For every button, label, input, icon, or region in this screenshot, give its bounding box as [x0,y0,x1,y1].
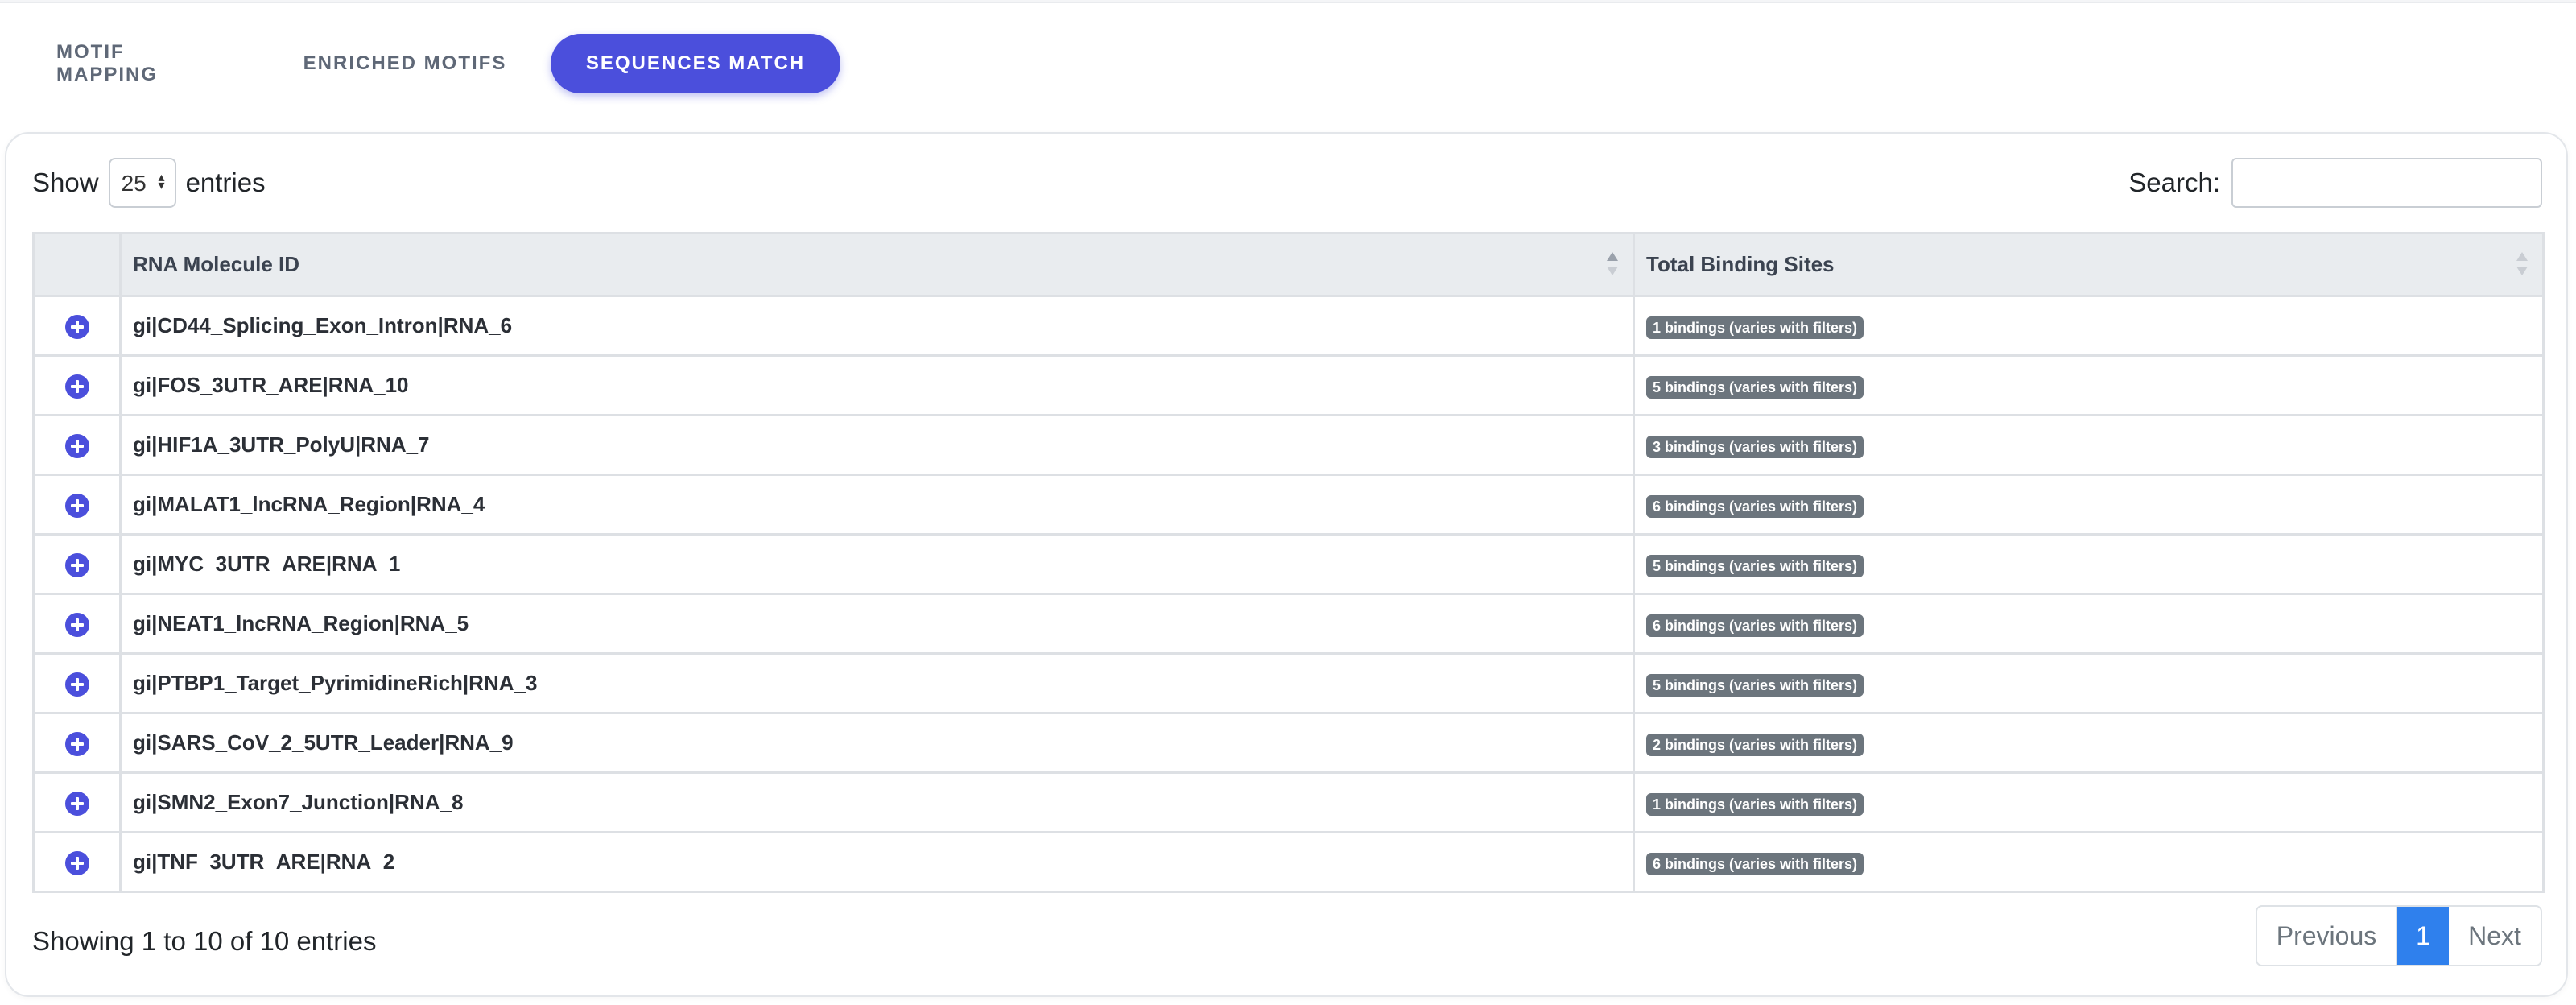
binding-cell: 2 bindings (varies with filters) [1633,712,2545,774]
binding-cell: 6 bindings (varies with filters) [1633,474,2545,536]
table-header-row: RNA Molecule ID Total Binding Sites [32,232,2545,297]
expand-plus-icon[interactable] [64,433,89,458]
search-input[interactable] [2231,158,2542,208]
expand-cell[interactable] [32,652,122,714]
length-menu-prefix: Show [32,168,99,197]
rna-id-cell: gi|SMN2_Exon7_Junction|RNA_8 [119,771,1635,833]
binding-cell: 5 bindings (varies with filters) [1633,652,2545,714]
header-label: RNA Molecule ID [133,252,300,276]
expand-plus-icon[interactable] [64,672,89,697]
binding-badge: 1 bindings (varies with filters) [1646,316,1864,339]
binding-badge: 5 bindings (varies with filters) [1646,375,1864,399]
expand-cell[interactable] [32,712,122,774]
search-label: Search: [2128,168,2220,197]
expand-cell[interactable] [32,533,122,595]
length-select-wrapper: 25 ▴ ▾ [99,158,186,208]
expand-plus-icon[interactable] [64,493,89,518]
rna-id-cell: gi|CD44_Splicing_Exon_Intron|RNA_6 [119,295,1635,357]
expand-plus-icon[interactable] [64,374,89,399]
rna-id-cell: gi|SARS_CoV_2_5UTR_Leader|RNA_9 [119,712,1635,774]
table-row: gi|SMN2_Exon7_Junction|RNA_8 1 bindings (… [32,771,2545,833]
tab-motif-mapping[interactable]: MOTIF MAPPING [24,34,259,93]
length-menu: Show 25 ▴ ▾ entries [32,158,266,208]
binding-cell: 1 bindings (varies with filters) [1633,295,2545,357]
rna-id-cell: gi|MYC_3UTR_ARE|RNA_1 [119,533,1635,595]
table-row: gi|HIF1A_3UTR_PolyU|RNA_7 3 bindings (var… [32,414,2545,476]
expand-plus-icon[interactable] [64,850,89,875]
expand-plus-icon[interactable] [64,612,89,637]
header-rna-molecule-id[interactable]: RNA Molecule ID [119,232,1635,297]
binding-cell: 5 bindings (varies with filters) [1633,533,2545,595]
length-select[interactable]: 25 [108,158,176,208]
binding-badge: 3 bindings (varies with filters) [1646,435,1864,458]
binding-badge: 6 bindings (varies with filters) [1646,852,1864,875]
expand-plus-icon[interactable] [64,314,89,339]
expand-cell[interactable] [32,354,122,416]
rna-id-cell: gi|TNF_3UTR_ARE|RNA_2 [119,831,1635,893]
top-divider [0,0,2576,3]
rna-id-cell: gi|FOS_3UTR_ARE|RNA_10 [119,354,1635,416]
sequences-table: RNA Molecule ID Total Binding Sites gi|C… [32,232,2545,893]
search-box: Search: [2128,158,2542,208]
table-row: gi|PTBP1_Target_PyrimidineRich|RNA_3 5 bi… [32,652,2545,714]
expand-cell[interactable] [32,831,122,893]
binding-badge: 5 bindings (varies with filters) [1646,554,1864,577]
tab-enriched-motifs[interactable]: ENRICHED MOTIFS [259,34,551,93]
binding-cell: 6 bindings (varies with filters) [1633,593,2545,655]
page-1-button[interactable]: 1 [2397,907,2449,965]
tab-sequences-match[interactable]: SEQUENCES MATCH [551,34,840,93]
expand-plus-icon[interactable] [64,552,89,577]
rna-id-cell: gi|NEAT1_lncRNA_Region|RNA_5 [119,593,1635,655]
header-expand [32,232,122,297]
binding-cell: 5 bindings (varies with filters) [1633,354,2545,416]
binding-badge: 2 bindings (varies with filters) [1646,733,1864,756]
table-row: gi|FOS_3UTR_ARE|RNA_10 5 bindings (varies… [32,354,2545,416]
rna-id-cell: gi|PTBP1_Target_PyrimidineRich|RNA_3 [119,652,1635,714]
binding-cell: 3 bindings (varies with filters) [1633,414,2545,476]
header-label: Total Binding Sites [1646,252,1835,276]
expand-cell[interactable] [32,771,122,833]
table-row: gi|SARS_CoV_2_5UTR_Leader|RNA_9 2 binding… [32,712,2545,774]
binding-badge: 6 bindings (varies with filters) [1646,614,1864,637]
expand-cell[interactable] [32,474,122,536]
rna-id-cell: gi|MALAT1_lncRNA_Region|RNA_4 [119,474,1635,536]
header-total-binding-sites[interactable]: Total Binding Sites [1633,232,2545,297]
binding-cell: 6 bindings (varies with filters) [1633,831,2545,893]
pagination: Previous 1 Next [2256,905,2542,966]
sort-icon [2516,252,2528,278]
table-row: gi|NEAT1_lncRNA_Region|RNA_5 6 bindings (… [32,593,2545,655]
expand-cell[interactable] [32,414,122,476]
table-row: gi|CD44_Splicing_Exon_Intron|RNA_6 1 bind… [32,295,2545,357]
table-row: gi|MYC_3UTR_ARE|RNA_1 5 bindings (varies … [32,533,2545,595]
rna-id-cell: gi|HIF1A_3UTR_PolyU|RNA_7 [119,414,1635,476]
binding-badge: 6 bindings (varies with filters) [1646,494,1864,518]
length-menu-suffix: entries [185,168,266,197]
table-row: gi|MALAT1_lncRNA_Region|RNA_4 6 bindings … [32,474,2545,536]
binding-cell: 1 bindings (varies with filters) [1633,771,2545,833]
next-page-button[interactable]: Next [2449,907,2541,965]
table-row: gi|TNF_3UTR_ARE|RNA_2 6 bindings (varies … [32,831,2545,893]
expand-cell[interactable] [32,593,122,655]
binding-badge: 1 bindings (varies with filters) [1646,792,1864,816]
expand-cell[interactable] [32,295,122,357]
sort-asc-icon [1607,252,1618,278]
binding-badge: 5 bindings (varies with filters) [1646,673,1864,697]
view-tabs: MOTIF MAPPING ENRICHED MOTIFS SEQUENCES … [24,34,840,93]
expand-plus-icon[interactable] [64,731,89,756]
table-info: Showing 1 to 10 of 10 entries [32,926,377,956]
previous-page-button[interactable]: Previous [2257,907,2397,965]
expand-plus-icon[interactable] [64,791,89,816]
